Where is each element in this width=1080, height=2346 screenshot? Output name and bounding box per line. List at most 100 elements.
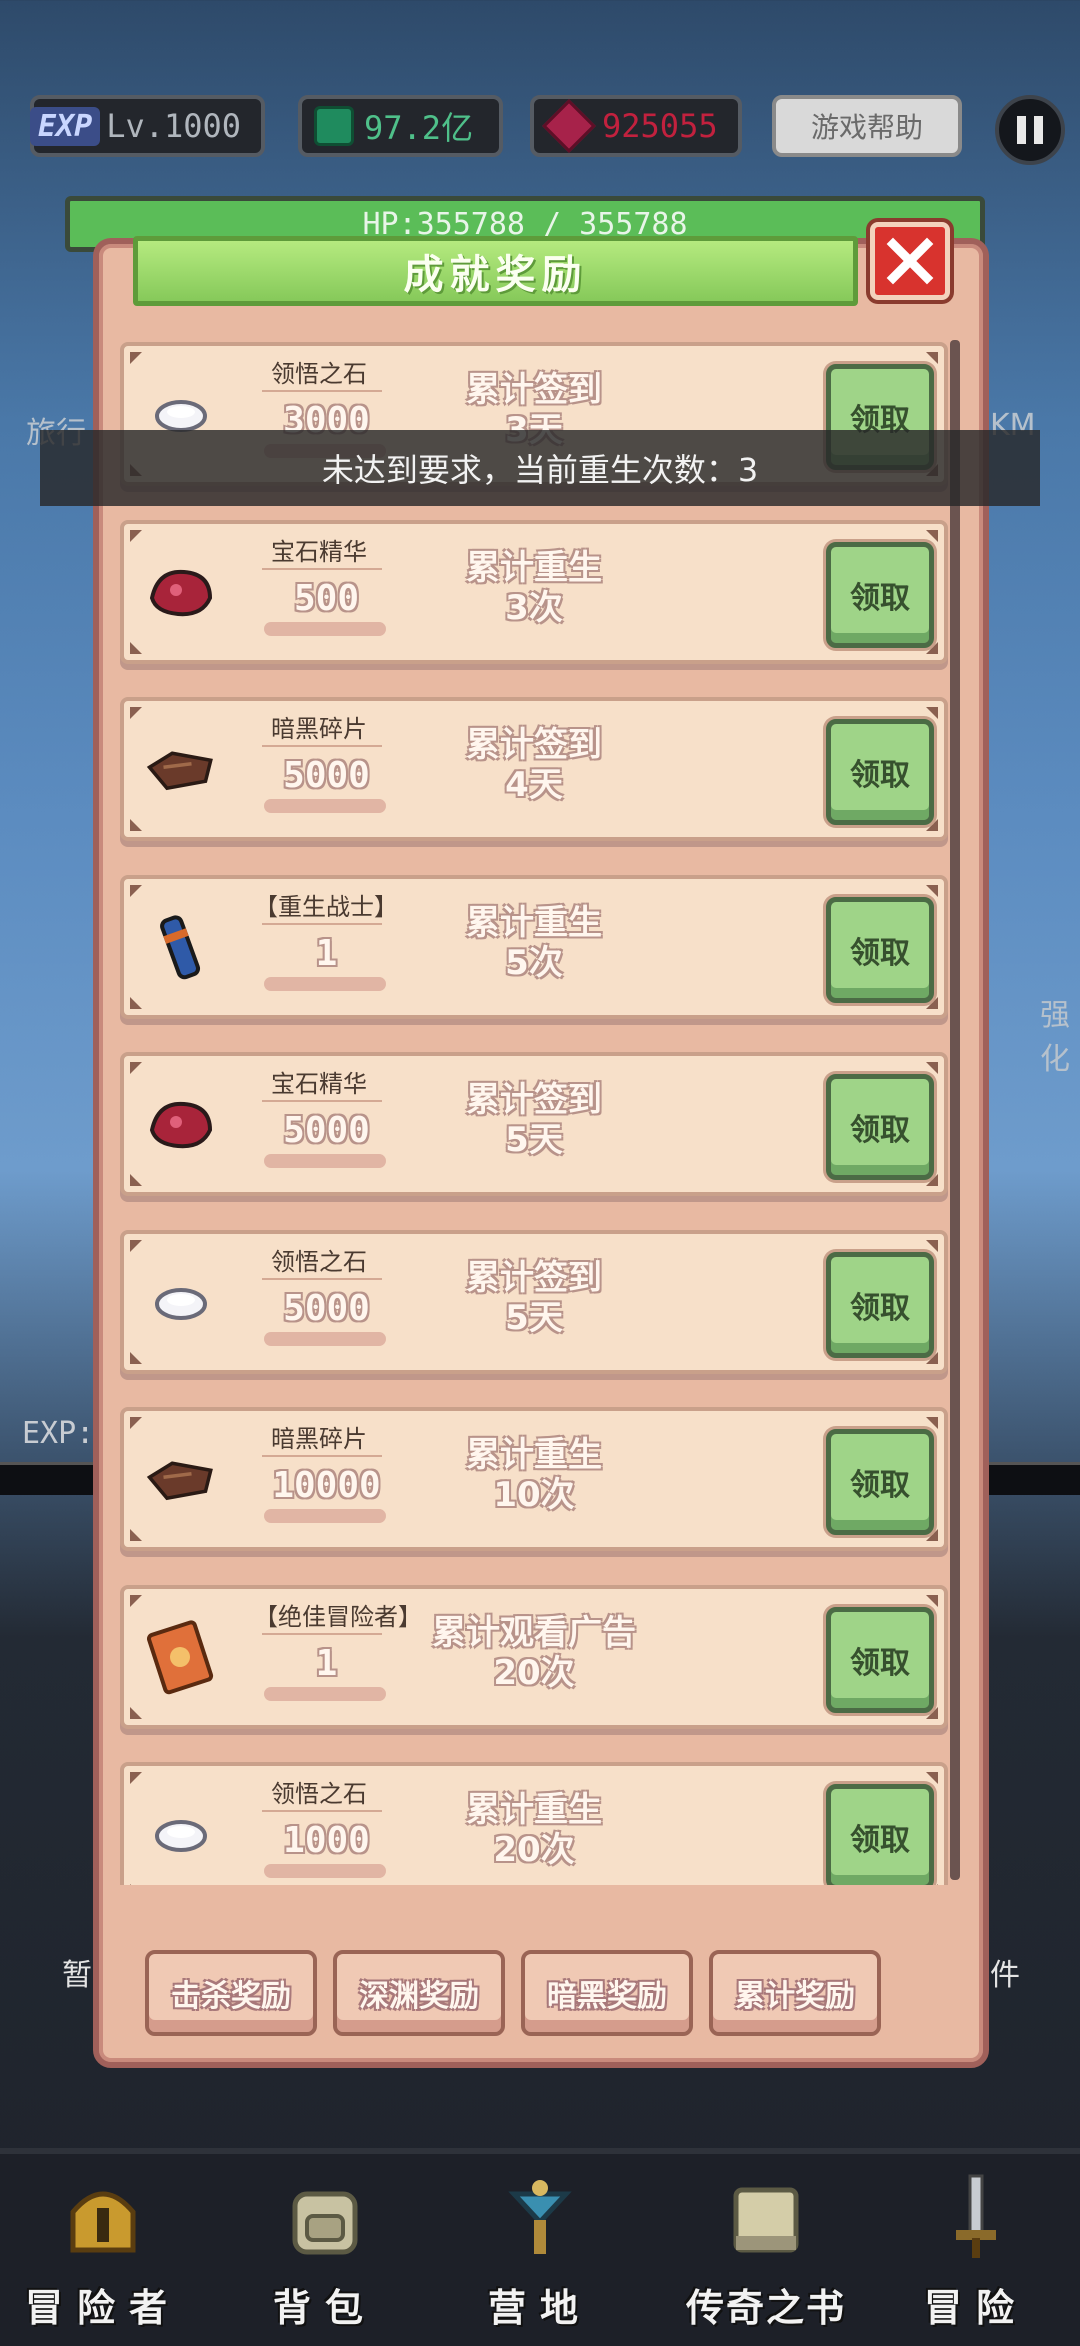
reward-quantity: 5000: [283, 755, 370, 796]
divider: [262, 1810, 382, 1812]
tab-abyss-rewards[interactable]: 深渊奖励: [333, 1950, 505, 2036]
card-corner: [926, 1062, 938, 1074]
claim-button[interactable]: 领取: [826, 1784, 934, 1885]
claim-button[interactable]: 领取: [826, 1251, 934, 1358]
reward-item-name: 暗黑碎片: [271, 1425, 367, 1453]
reward-card: 【重生战士】 1 累计重生 5次 领取: [120, 874, 948, 1019]
pause-button[interactable]: [995, 95, 1065, 165]
nav-adventure[interactable]: 冒险: [886, 2160, 1066, 2340]
reward-goal: 累计签到 4天: [384, 725, 684, 805]
goal-line-1: 累计签到: [466, 1257, 602, 1298]
quantity-underline: [264, 1154, 386, 1168]
bg-right-small: 件: [990, 1958, 1020, 1993]
claim-button[interactable]: 领取: [826, 1429, 934, 1535]
card-corner: [130, 819, 142, 831]
white-stone-icon: [146, 1272, 216, 1332]
card-corner: [926, 1594, 938, 1607]
reward-item-name: 【重生战士】: [254, 892, 398, 921]
sword-icon: [956, 2174, 996, 2258]
goal-line-1: 累计重生: [466, 547, 602, 588]
goal-line-1: 累计重生: [466, 1435, 602, 1475]
level-display: EXP Lv.1000: [30, 95, 265, 157]
reward-quantity: 500: [293, 577, 360, 619]
game-help-button[interactable]: 游戏帮助: [772, 95, 962, 157]
pause-icon: [1017, 116, 1026, 144]
reward-quantity: 1000: [283, 1820, 370, 1861]
quantity-underline: [264, 1686, 386, 1701]
card-corner: [926, 707, 938, 719]
quantity-underline: [264, 621, 386, 636]
bg-exp-label: EXP:: [22, 1416, 95, 1451]
goal-line-2: 20次: [493, 1830, 575, 1870]
dialog-title: 成就奖励: [133, 236, 858, 306]
card-corner: [130, 1594, 142, 1607]
reward-card: 【绝佳冒险者】 1 累计观看广告 20次 领取: [120, 1584, 948, 1729]
reward-goal: 累计观看广告 20次: [384, 1613, 684, 1693]
claim-button[interactable]: 领取: [826, 1074, 934, 1180]
toast-message: 未达到要求，当前重生次数：3: [40, 430, 1040, 506]
reward-item-name: 领悟之石: [271, 360, 367, 388]
claim-button[interactable]: 领取: [826, 896, 934, 1003]
level-value: Lv.1000: [106, 107, 242, 145]
reward-quantity: 5000: [283, 1287, 370, 1329]
reward-quantity: 5000: [283, 1110, 370, 1151]
reward-card: 领悟之石 1000 累计重生 20次 领取: [120, 1762, 948, 1885]
goal-line-2: 20次: [493, 1652, 575, 1693]
claim-button[interactable]: 领取: [826, 1606, 934, 1713]
card-corner: [130, 529, 142, 542]
bg-left-small: 暂: [62, 1958, 92, 1993]
goal-line-1: 累计观看广告: [432, 1612, 636, 1653]
exp-badge: EXP: [30, 106, 101, 146]
bg-enhance-label: 强化: [1040, 998, 1070, 1077]
card-icon: [146, 1619, 216, 1694]
nav-backpack[interactable]: 背包: [235, 2160, 415, 2340]
tab-kill-rewards[interactable]: 击杀奖励: [145, 1950, 317, 2036]
white-stone-icon: [146, 1804, 216, 1864]
reward-list[interactable]: 领悟之石3000累计签到3天领取宝石精华500累计重生3次领取暗黑碎片5000累…: [115, 330, 955, 1885]
red-gem-icon: [146, 562, 216, 622]
goal-line-1: 累计签到: [466, 370, 602, 410]
nav-camp[interactable]: 营地: [450, 2160, 630, 2340]
card-corner: [926, 529, 938, 542]
divider: [262, 390, 382, 392]
goal-line-2: 5天: [505, 1297, 563, 1338]
claim-button[interactable]: 领取: [826, 541, 934, 648]
card-corner: [130, 641, 142, 654]
goal-line-1: 累计重生: [466, 1790, 602, 1830]
red-currency: 925055: [530, 95, 742, 157]
reward-item-name: 宝石精华: [271, 537, 367, 566]
reward-list-scrollbar[interactable]: [950, 340, 960, 1880]
reward-card: 宝石精华 500 累计重生 3次 领取: [120, 519, 948, 664]
quantity-underline: [264, 1864, 386, 1878]
nav-adventurer[interactable]: 冒险者: [13, 2160, 193, 2340]
card-corner: [130, 707, 142, 719]
reward-quantity: 1: [315, 1642, 338, 1684]
card-corner: [926, 1239, 938, 1252]
card-corner: [130, 1239, 142, 1252]
card-corner: [130, 1529, 142, 1541]
close-icon: [886, 237, 934, 285]
nav-legend-book[interactable]: 传奇之书: [676, 2160, 856, 2340]
reward-goal: 累计签到 5天: [384, 1258, 684, 1338]
divider: [262, 1632, 382, 1635]
card-corner: [130, 1772, 142, 1784]
scroll-icon: [146, 914, 216, 979]
reward-goal: 累计重生 10次: [384, 1435, 684, 1515]
card-corner: [130, 1351, 142, 1364]
card-corner: [130, 884, 142, 897]
green-currency: 97.2亿: [298, 95, 503, 157]
red-currency-value: 925055: [602, 107, 718, 145]
reward-card: 宝石精华 5000 累计签到 5天 领取: [120, 1052, 948, 1196]
reward-goal: 累计签到 5天: [384, 1080, 684, 1160]
claim-button[interactable]: 领取: [826, 719, 934, 825]
tab-cumulative-rewards[interactable]: 累计奖励: [709, 1950, 881, 2036]
book-icon: [733, 2187, 799, 2253]
quantity-underline: [264, 799, 386, 813]
red-gem-icon: [542, 99, 596, 153]
nav-label-backpack: 背包: [272, 2286, 377, 2330]
card-corner: [130, 352, 142, 364]
backpack-icon: [292, 2191, 358, 2255]
tab-dark-rewards[interactable]: 暗黑奖励: [521, 1950, 693, 2036]
card-corner: [926, 1772, 938, 1784]
close-button[interactable]: [870, 222, 950, 300]
